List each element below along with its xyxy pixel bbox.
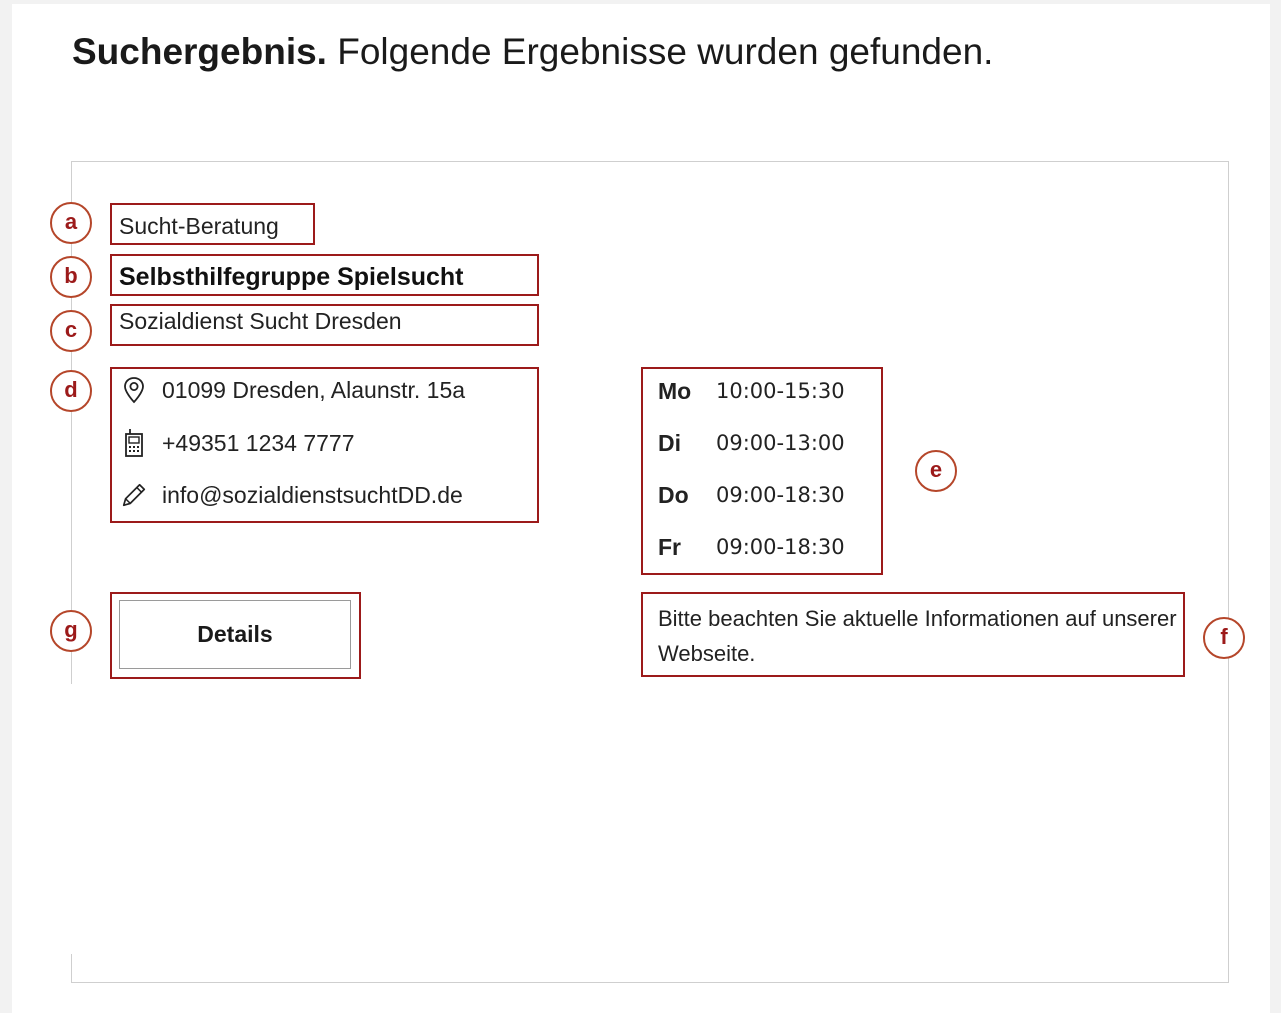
contact-phone: +49351 1234 7777 — [120, 427, 355, 459]
contact-email: info@sozialdienstsuchtDD.de — [120, 479, 463, 511]
hours-row: Do 09:00-18:30 — [658, 480, 845, 510]
annotation-marker-a: a — [50, 202, 92, 244]
info-notice: Bitte beachten Sie aktuelle Informatione… — [658, 606, 1177, 666]
annotation-marker-e: e — [915, 450, 957, 492]
details-button[interactable]: Details — [119, 600, 351, 669]
pencil-icon — [120, 480, 148, 510]
annotation-marker-d: d — [50, 370, 92, 412]
annotation-marker-c: c — [50, 310, 92, 352]
map-pin-icon — [120, 375, 148, 405]
hours-time: 09:00-13:00 — [716, 431, 845, 455]
hours-time: 09:00-18:30 — [716, 535, 845, 559]
contact-address: 01099 Dresden, Alaunstr. 15a — [120, 374, 465, 406]
hours-row: Fr 09:00-18:30 — [658, 532, 845, 562]
annotation-marker-g: g — [50, 610, 92, 652]
hours-time: 10:00-15:30 — [716, 379, 845, 403]
hours-row: Mo 10:00-15:30 — [658, 376, 845, 406]
annotation-marker-b: b — [50, 256, 92, 298]
hours-day: Fr — [658, 533, 681, 560]
hours-row: Di 09:00-13:00 — [658, 428, 845, 458]
heading-rest: Folgende Ergebnisse wurden gefunden. — [337, 31, 994, 72]
phone-icon — [120, 428, 148, 458]
address-text: 01099 Dresden, Alaunstr. 15a — [162, 376, 466, 403]
hours-day: Di — [658, 429, 681, 456]
result-provider: Sozialdienst Sucht Dresden — [119, 308, 402, 334]
hours-day: Do — [658, 481, 689, 508]
result-category: Sucht-Beratung — [119, 213, 279, 239]
phone-text[interactable]: +49351 1234 7777 — [162, 430, 355, 457]
hours-time: 09:00-18:30 — [716, 483, 845, 507]
email-text[interactable]: info@sozialdienstsuchtDD.de — [162, 482, 463, 509]
annotation-marker-f: f — [1203, 617, 1245, 659]
hours-day: Mo — [658, 377, 692, 404]
heading-bold: Suchergebnis. — [72, 31, 327, 72]
page-heading: Suchergebnis. Folgende Ergebnisse wurden… — [72, 30, 993, 74]
result-title: Selbsthilfegruppe Spielsucht — [119, 263, 464, 291]
card-border-gap — [66, 684, 76, 954]
